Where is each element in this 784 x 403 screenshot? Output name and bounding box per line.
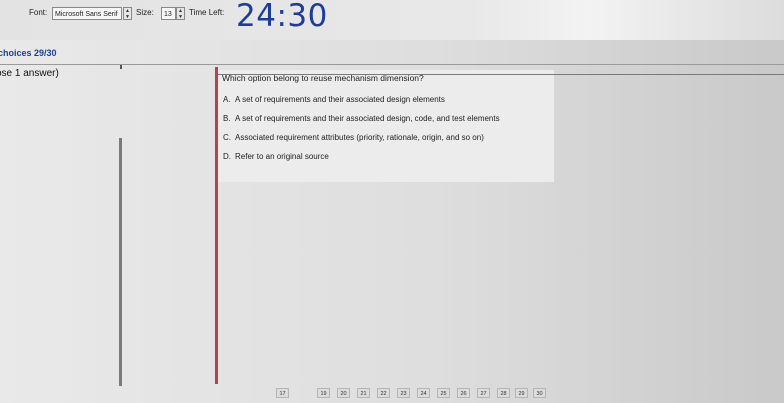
option-c-text: Associated requirement attributes (prior… <box>235 133 484 142</box>
page-button[interactable]: 28 <box>497 388 510 398</box>
option-d-text: Refer to an original source <box>235 152 329 161</box>
question-text: Which option belong to reuse mechanism d… <box>222 73 424 83</box>
option-c-letter: C. <box>223 133 231 142</box>
font-select[interactable]: Microsoft Sans Serif <box>52 7 122 20</box>
font-dropdown-arrow[interactable]: ▲ ▼ <box>123 7 132 20</box>
size-spinner[interactable]: ▲ ▼ <box>176 7 185 20</box>
page-button[interactable]: 30 <box>533 388 546 398</box>
page-button[interactable]: 27 <box>477 388 490 398</box>
option-c[interactable]: C. Associated requirement attributes (pri… <box>223 133 484 142</box>
option-b[interactable]: B. A set of requirements and their associ… <box>223 114 500 123</box>
option-d[interactable]: D. Refer to an original source <box>223 152 329 161</box>
font-label: Font: <box>29 8 48 17</box>
page-button[interactable]: 19 <box>317 388 330 398</box>
time-left-value: 24:30 <box>236 0 328 34</box>
option-a-letter: A. <box>223 95 231 104</box>
option-b-letter: B. <box>223 114 231 123</box>
choose-answer-label: ose 1 answer) <box>0 68 59 79</box>
splitter-tick <box>120 65 122 69</box>
page-button[interactable]: 24 <box>417 388 430 398</box>
answer-instruction-panel <box>0 65 218 390</box>
panel-scrollbar[interactable] <box>119 138 122 386</box>
option-a-text: A set of requirements and their associat… <box>235 95 445 104</box>
question-panel <box>218 70 554 182</box>
page-button[interactable]: 20 <box>337 388 350 398</box>
time-left-label: Time Left: <box>189 8 225 17</box>
page-button[interactable]: 29 <box>515 388 528 398</box>
question-pager: 17 19 20 21 22 23 24 25 26 27 28 29 30 <box>260 388 784 403</box>
page-button[interactable]: 23 <box>397 388 410 398</box>
option-a[interactable]: A. A set of requirements and their associ… <box>223 95 445 104</box>
page-button[interactable]: 25 <box>437 388 450 398</box>
page-button[interactable]: 22 <box>377 388 390 398</box>
size-input[interactable]: 13 <box>161 7 176 20</box>
page-button[interactable]: 26 <box>457 388 470 398</box>
option-d-letter: D. <box>223 152 231 161</box>
page-button[interactable]: 17 <box>276 388 289 398</box>
toolbar: Font: Microsoft Sans Serif ▲ ▼ Size: 13 ▲… <box>0 0 784 40</box>
option-b-text: A set of requirements and their associat… <box>235 114 500 123</box>
size-label: Size: <box>136 8 154 17</box>
page-button[interactable]: 21 <box>357 388 370 398</box>
choices-progress: choices 29/30 <box>0 48 57 58</box>
